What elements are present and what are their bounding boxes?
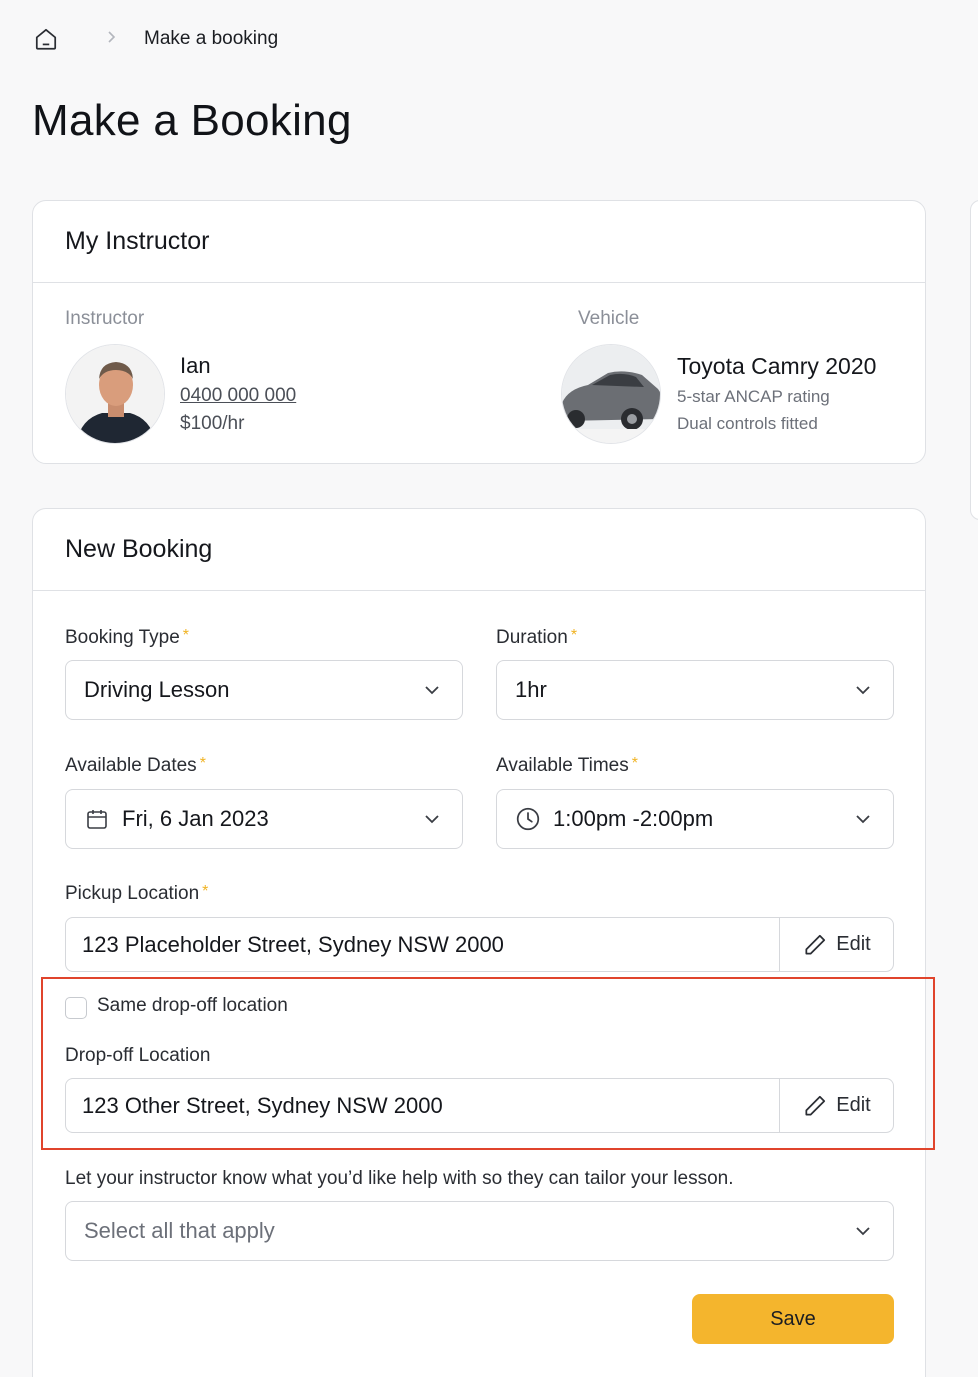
required-marker: *: [631, 755, 638, 772]
chevron-down-icon: [856, 1227, 870, 1236]
lesson-focus-placeholder: Select all that apply: [84, 1218, 275, 1243]
instructor-label: Instructor: [65, 308, 145, 329]
new-booking-card: New Booking Booking Type * Driving Lesson…: [32, 508, 926, 1377]
pickup-location-field[interactable]: 123 Placeholder Street, Sydney NSW 2000 …: [65, 917, 894, 972]
duration-value: 1hr: [515, 677, 547, 702]
available-times-label: Available Times *: [496, 755, 638, 776]
vehicle-name: Toyota Camry 2020: [677, 353, 877, 379]
instructor-phone-link[interactable]: 0400 000 000: [180, 385, 296, 407]
vehicle-rating: 5-star ANCAP rating: [677, 387, 830, 406]
pickup-location-value: 123 Placeholder Street, Sydney NSW 2000: [82, 931, 504, 957]
vehicle-label: Vehicle: [578, 308, 640, 329]
chevron-down-icon: [425, 815, 439, 824]
lesson-help-text: Let your instructor know what you’d like…: [65, 1168, 734, 1189]
available-dates-select[interactable]: Fri, 6 Jan 2023: [65, 789, 463, 849]
available-times-value: 1:00pm -2:00pm: [553, 806, 714, 831]
chevron-down-icon: [856, 686, 870, 695]
instructor-card: My Instructor Instructor Ian 0400 000 00…: [32, 200, 926, 464]
home-icon[interactable]: [32, 25, 60, 53]
page-title: Make a Booking: [32, 96, 352, 145]
vehicle-image: [561, 344, 661, 444]
booking-type-value: Driving Lesson: [84, 677, 230, 702]
vehicle-feature: Dual controls fitted: [677, 414, 818, 433]
pencil-icon: [805, 934, 826, 955]
required-marker: *: [570, 627, 578, 644]
clock-icon: [515, 806, 541, 832]
instructor-name: Ian: [180, 353, 211, 378]
dropoff-highlight-box: [41, 977, 935, 1150]
chevron-down-icon: [425, 686, 439, 695]
available-times-select[interactable]: 1:00pm -2:00pm: [496, 789, 894, 849]
required-marker: *: [182, 627, 190, 644]
available-dates-label: Available Dates *: [65, 755, 206, 776]
calendar-icon: [84, 806, 110, 832]
instructor-rate: $100/hr: [180, 413, 245, 434]
available-dates-value: Fri, 6 Jan 2023: [122, 806, 269, 831]
edit-pickup-label: Edit: [836, 933, 871, 955]
instructor-card-title: My Instructor: [65, 227, 210, 255]
breadcrumb: Make a booking: [32, 24, 278, 54]
chevron-down-icon: [856, 815, 870, 824]
duration-select[interactable]: 1hr: [496, 660, 894, 720]
edit-pickup-button[interactable]: Edit: [779, 918, 893, 971]
booking-type-select[interactable]: Driving Lesson: [65, 660, 463, 720]
required-marker: *: [202, 883, 209, 900]
new-booking-title: New Booking: [65, 535, 213, 563]
side-panel-edge: [970, 200, 978, 520]
instructor-avatar: [65, 344, 165, 444]
pickup-location-label: Pickup Location *: [65, 883, 209, 904]
booking-type-label: Booking Type *: [65, 627, 190, 648]
duration-label: Duration *: [496, 627, 578, 648]
breadcrumb-current: Make a booking: [144, 28, 279, 49]
save-button[interactable]: Save: [692, 1294, 894, 1344]
required-marker: *: [199, 755, 206, 772]
lesson-focus-multiselect[interactable]: Select all that apply: [65, 1201, 894, 1261]
chevron-right-icon: [106, 30, 116, 49]
